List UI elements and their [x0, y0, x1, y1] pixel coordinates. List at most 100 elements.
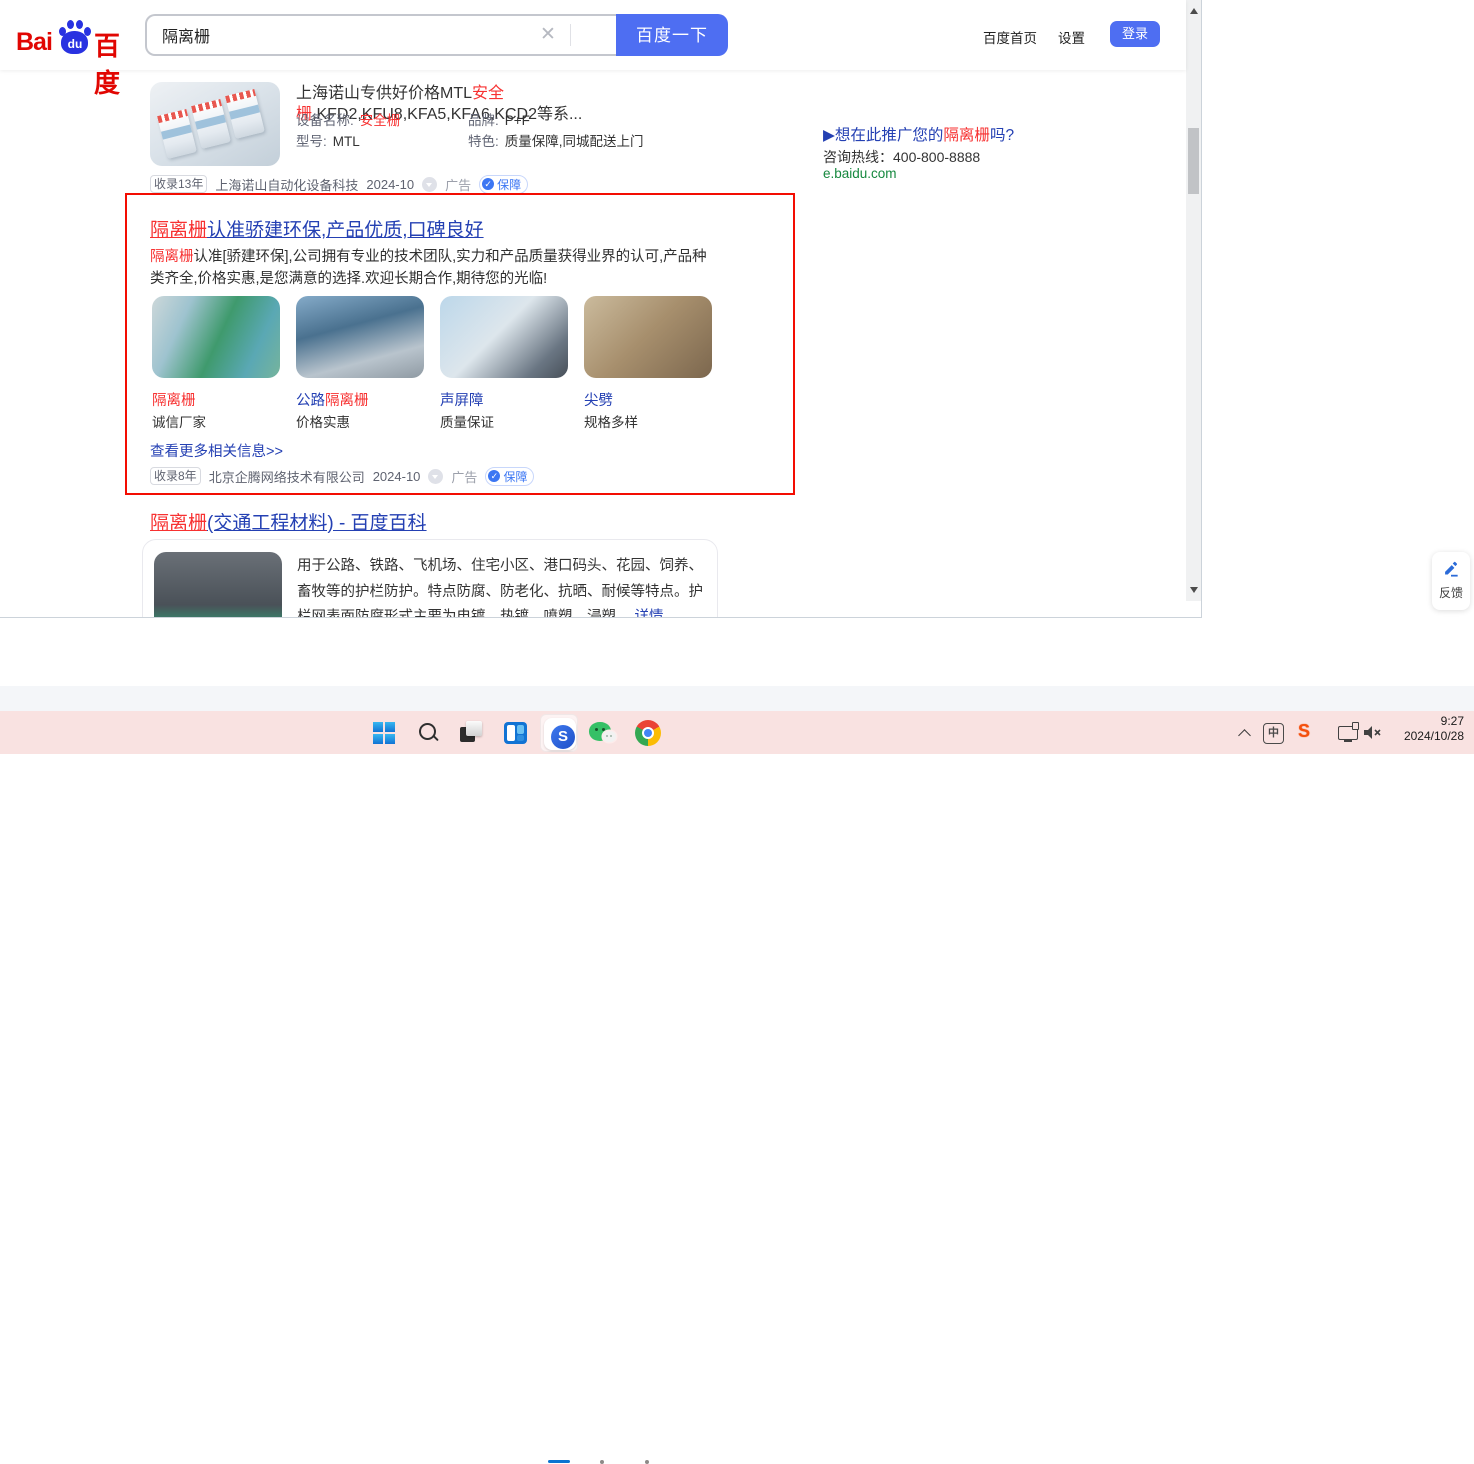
- ad1-guarantee-badge: ✓ 保障: [479, 174, 529, 194]
- taskbar-wechat[interactable]: [583, 714, 621, 752]
- sound-barrier-image: [440, 296, 568, 378]
- ad2-title-link[interactable]: 隔离栅认准骄建环保,产品优质,口碑良好: [150, 215, 484, 242]
- ad1-indexed-years-tag: 收录13年: [150, 175, 208, 193]
- active-app-indicator: [548, 1460, 570, 1463]
- ad2-footer: 收录8年 北京企腾网络技术有限公司 2024-10 广告 ✓ 保障: [150, 466, 535, 486]
- ime-language-indicator[interactable]: 中: [1263, 723, 1284, 744]
- ad2-guarantee-badge: ✓ 保障: [485, 466, 535, 486]
- card-subtitle: 诚信厂家: [152, 415, 206, 430]
- taskbar-sogou-browser[interactable]: S: [540, 714, 578, 752]
- ad2-description: 隔离栅认准[骄建环保],公司拥有专业的技术团队,实力和产品质量获得业界的认可,产…: [150, 249, 707, 287]
- card-label: 尖劈: [584, 393, 613, 409]
- search-icon: [419, 723, 436, 740]
- taskbar-search-button[interactable]: [409, 714, 447, 752]
- taskbar-clock[interactable]: 9:27 2024/10/28: [1398, 714, 1464, 744]
- volume-muted-icon[interactable]: [1363, 725, 1381, 745]
- acoustic-wedge-image: [584, 296, 712, 378]
- check-icon: ✓: [482, 178, 495, 190]
- baike-snippet: 用于公路、铁路、飞机场、住宅小区、港口码头、花园、饲养、畜牧等的护栏防护。特点防…: [297, 554, 707, 618]
- ad2-indexed-years-tag: 收录8年: [150, 467, 201, 485]
- sogou-input-tray-icon[interactable]: S: [1298, 721, 1310, 742]
- clear-icon[interactable]: ✕: [536, 22, 560, 48]
- nav-baidu-home[interactable]: 百度首页: [983, 27, 1037, 47]
- search-button[interactable]: 百度一下: [616, 14, 728, 56]
- search-header: Bai du 百度 ✕ 百度一下 百度首页 设置 登录: [0, 0, 1186, 98]
- ad2-card-sound-barrier[interactable]: 声屏障 质量保证: [440, 296, 570, 430]
- ad2-card-wedge[interactable]: 尖劈 规格多样: [584, 296, 714, 430]
- feedback-button[interactable]: 反馈: [1432, 552, 1470, 610]
- ad2-card-highway-fence[interactable]: 公路隔离栅 价格实惠: [296, 296, 426, 430]
- scrollbar-up-arrow-icon[interactable]: [1190, 8, 1198, 14]
- check-icon: ✓: [488, 470, 501, 482]
- clock-date: 2024/10/28: [1403, 729, 1464, 743]
- ad1-source: 上海诺山自动化设备科技: [215, 177, 359, 193]
- taskbar: S: [0, 711, 1474, 1464]
- pencil-icon: [1432, 560, 1470, 582]
- browser-window: Bai du 百度 ✕ 百度一下 百度首页 设置 登录 上海诺山专供好价格MTL…: [0, 0, 1202, 618]
- ad1-footer: 收录13年 上海诺山自动化设备科技 2024-10 广告 ✓ 保障: [150, 174, 529, 194]
- ad1-attr-device: 设备名称: 安全栅: [296, 113, 401, 128]
- product-module-shape: [191, 99, 231, 149]
- ad1-attr-model: 型号: MTL: [296, 134, 360, 149]
- taskbar-app-panels[interactable]: [496, 714, 534, 752]
- baike-card: 用于公路、铁路、飞机场、住宅小区、港口码头、花园、饲养、畜牧等的护栏防护。特点防…: [142, 539, 718, 618]
- card-label: 隔离栅: [152, 393, 196, 409]
- taskbar-chrome[interactable]: [628, 714, 666, 752]
- card-label: 公路隔离栅: [296, 393, 369, 409]
- ad1-attr-feature: 特色: 质量保障,同城配送上门: [468, 134, 644, 149]
- baike-title-rest: (交通工程材料) - 百度百科: [207, 513, 427, 534]
- card-label: 声屏障: [440, 393, 484, 409]
- ad1-ad-label: 广告: [445, 177, 472, 193]
- card-subtitle: 价格实惠: [296, 415, 350, 430]
- ad2-feedback-chevron-icon[interactable]: [428, 468, 444, 484]
- login-button[interactable]: 登录: [1110, 21, 1160, 47]
- highway-fence-image: [296, 296, 424, 378]
- nav-settings[interactable]: 设置: [1058, 27, 1085, 47]
- start-button[interactable]: [365, 714, 403, 752]
- card-subtitle: 规格多样: [584, 415, 638, 430]
- card-subtitle: 质量保证: [440, 415, 494, 430]
- baike-title-link[interactable]: 隔离栅(交通工程材料) - 百度百科: [150, 508, 427, 535]
- ad1-title-pre: 上海诺山专供好价格MTL: [296, 85, 473, 102]
- ad2-title-rest: 认准骄建环保,产品优质,口碑良好: [207, 220, 484, 241]
- display-network-icon[interactable]: [1338, 722, 1359, 742]
- promo-url-link[interactable]: e.baidu.com: [823, 166, 897, 181]
- ad2-card-fence[interactable]: 隔离栅 诚信厂家: [152, 296, 282, 430]
- ad1-product-image[interactable]: [150, 82, 280, 166]
- see-more-link[interactable]: 查看更多相关信息>>: [150, 440, 283, 461]
- feedback-label: 反馈: [1438, 586, 1463, 600]
- window-bottom-border: [0, 617, 1202, 618]
- ad2-source: 北京企腾网络技术有限公司: [208, 469, 365, 485]
- input-divider: [570, 24, 571, 46]
- product-module-shape: [157, 109, 197, 159]
- scrollbar-thumb[interactable]: [1188, 128, 1199, 194]
- baidu-logo[interactable]: Bai du 百度: [16, 20, 136, 98]
- fence-image: [152, 296, 280, 378]
- scrollbar-down-arrow-icon[interactable]: [1190, 587, 1198, 593]
- ad2-date: 2024-10: [372, 468, 421, 484]
- clock-time: 9:27: [1440, 714, 1464, 728]
- desktop-gray-band: [0, 686, 1474, 711]
- baidu-paw-icon: du: [59, 20, 91, 54]
- promo-title-link[interactable]: ▶想在此推广您的隔离栅吗?: [823, 123, 1014, 145]
- product-module-shape: [225, 89, 265, 139]
- ad2-ad-label: 广告: [451, 469, 478, 485]
- ad1-date: 2024-10: [366, 176, 415, 192]
- promo-hotline: 咨询热线：400-800-8888: [823, 149, 981, 165]
- ad1-attr-brand: 品牌: P+F: [468, 113, 530, 128]
- baike-thumbnail[interactable]: [154, 552, 282, 618]
- logo-text-cn: 百度: [94, 31, 121, 98]
- windows-logo-icon: [373, 722, 395, 744]
- window-panels-icon: [504, 722, 527, 744]
- baike-title-keyword: 隔离栅: [150, 513, 208, 534]
- vertical-scrollbar[interactable]: [1186, 0, 1201, 601]
- ad1-feedback-chevron-icon[interactable]: [422, 176, 438, 192]
- window-right-border: [1201, 0, 1202, 618]
- sogou-browser-icon: S: [544, 718, 576, 750]
- running-app-dot: [645, 1460, 649, 1464]
- logo-text-du: du: [67, 37, 83, 51]
- running-app-dot: [600, 1460, 604, 1464]
- taskbar-app-squares[interactable]: [452, 714, 490, 752]
- chrome-icon: [635, 720, 661, 746]
- ad2-title-keyword: 隔离栅: [150, 220, 208, 241]
